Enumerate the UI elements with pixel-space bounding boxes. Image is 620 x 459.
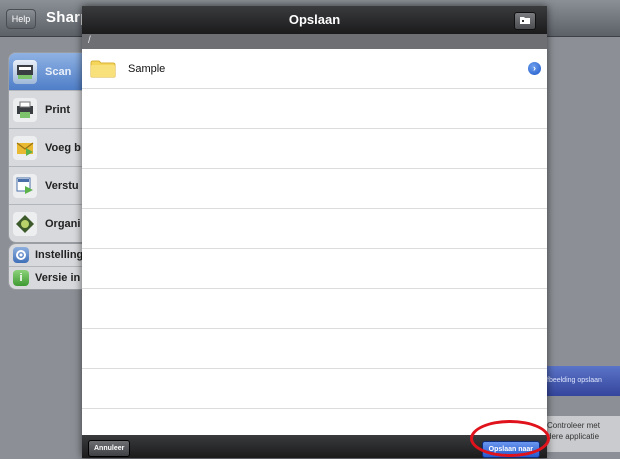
sidebar-item-label: Instelling	[35, 249, 83, 261]
list-item[interactable]: Sample ›	[82, 49, 547, 89]
save-dialog: Opslaan / Sample › Annuleer Opslaan naar	[82, 6, 547, 458]
save-image-button[interactable]: fbeelding opslaan	[547, 366, 620, 396]
new-folder-button[interactable]	[514, 12, 536, 30]
empty-row	[82, 249, 547, 289]
dialog-header: Opslaan	[82, 6, 547, 34]
sidebar-main-menu: Scan Print Voeg b Verstu Organi	[8, 52, 83, 243]
attach-icon	[13, 135, 37, 160]
save-to-button[interactable]: Opslaan naar	[481, 441, 540, 458]
empty-row	[82, 209, 547, 249]
sidebar-item-send[interactable]: Verstu	[9, 167, 83, 205]
sidebar-item-label: Voeg b	[45, 141, 81, 154]
scan-icon	[13, 59, 37, 84]
sidebar-item-label: Scan	[45, 65, 72, 78]
path-bar: /	[82, 34, 547, 49]
folder-list: Sample ›	[82, 49, 547, 435]
disclosure-arrow-icon[interactable]: ›	[528, 62, 541, 75]
sidebar-item-settings[interactable]: Instelling	[9, 244, 83, 267]
empty-row	[82, 289, 547, 329]
sidebar-item-print[interactable]: Print	[9, 91, 83, 129]
open-in-app-line1: Controleer met	[547, 421, 600, 430]
dialog-footer: Annuleer Opslaan naar	[82, 435, 547, 458]
sidebar-secondary-menu: Instelling i Versie in	[8, 243, 83, 290]
sidebar-item-label: Print	[45, 103, 71, 116]
empty-row	[82, 329, 547, 369]
help-button[interactable]: Help	[6, 9, 36, 29]
empty-row	[82, 369, 547, 409]
sidebar-item-scan[interactable]: Scan	[9, 53, 83, 91]
open-in-app-button[interactable]: Controleer met dere applicatie	[547, 416, 620, 452]
empty-row	[82, 169, 547, 209]
sidebar-item-attach[interactable]: Voeg b	[9, 129, 83, 167]
open-in-app-line2: dere applicatie	[547, 432, 600, 441]
sidebar-item-organize[interactable]: Organi	[9, 205, 83, 242]
new-folder-icon	[519, 12, 531, 30]
empty-row	[82, 409, 547, 435]
sidebar-item-version-info[interactable]: i Versie in	[9, 267, 83, 289]
print-icon	[13, 97, 37, 122]
organize-icon	[13, 211, 37, 236]
dialog-title: Opslaan	[288, 12, 341, 27]
empty-row	[82, 129, 547, 169]
folder-icon	[90, 60, 116, 78]
current-path: /	[88, 35, 91, 46]
empty-row	[82, 89, 547, 129]
info-icon: i	[13, 270, 29, 286]
gear-icon	[13, 247, 29, 263]
sidebar-item-label: Verstu	[45, 179, 79, 192]
sidebar-item-label: Versie in	[35, 272, 81, 284]
sidebar-item-label: Organi	[45, 217, 81, 230]
send-icon	[13, 173, 37, 198]
folder-name: Sample	[128, 62, 166, 75]
cancel-button[interactable]: Annuleer	[88, 440, 131, 457]
